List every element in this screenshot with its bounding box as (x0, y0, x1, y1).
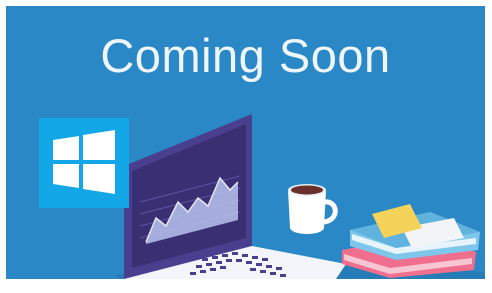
book-stack (342, 204, 480, 278)
mug-coffee (291, 185, 323, 195)
mug-body (288, 190, 326, 234)
windows-logo-icon (39, 118, 129, 208)
mug-handle (323, 199, 338, 225)
coming-soon-banner: Coming Soon (6, 6, 485, 279)
windows-logo-tile (39, 118, 129, 208)
coffee-mug (288, 184, 338, 234)
